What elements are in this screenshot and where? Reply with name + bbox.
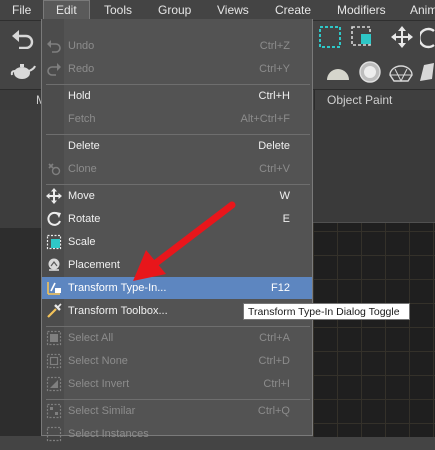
menu-item-undo[interactable]: Undo Ctrl+Z xyxy=(42,35,312,57)
menu-item-shortcut: Ctrl+V xyxy=(259,163,290,175)
menu-item-shortcut: Ctrl+Y xyxy=(259,63,290,75)
shape-icon[interactable] xyxy=(418,61,435,86)
select-region-icon[interactable] xyxy=(318,25,342,52)
menu-item-select-similar[interactable]: Select Similar Ctrl+Q xyxy=(42,400,312,422)
menu-item-label: Move xyxy=(68,190,95,202)
scale-icon xyxy=(46,234,62,250)
menu-bar: File Edit Tools Group Views Create Modif… xyxy=(0,0,435,21)
menu-item-label: Hold xyxy=(68,90,91,102)
geosphere-icon[interactable] xyxy=(388,61,414,86)
menu-item-shortcut: Ctrl+Z xyxy=(259,40,290,52)
menu-item-shortcut: Delete xyxy=(258,140,290,152)
menu-edit[interactable]: Edit xyxy=(43,0,90,20)
redo-icon xyxy=(46,61,62,77)
window-crossing-icon[interactable] xyxy=(350,25,376,52)
menu-item-hold[interactable]: Hold Ctrl+H xyxy=(42,85,312,107)
select-instances-icon xyxy=(46,426,62,442)
menu-item-shortcut: Ctrl+A xyxy=(259,332,290,344)
menu-modifiers[interactable]: Modifiers xyxy=(337,0,386,20)
menu-item-shortcut: Ctrl+I xyxy=(263,378,290,390)
rotate-icon xyxy=(46,211,62,227)
menu-item-shortcut: Ctrl+D xyxy=(258,355,290,367)
menu-item-label: Redo xyxy=(68,63,95,75)
menu-item-select-invert[interactable]: Select Invert Ctrl+I xyxy=(42,373,312,395)
tooltip: Transform Type-In Dialog Toggle xyxy=(243,303,410,320)
select-none-icon xyxy=(46,353,62,369)
menu-item-delete[interactable]: Delete Delete xyxy=(42,135,312,157)
menu-file[interactable]: File xyxy=(12,0,31,20)
menu-item-rotate[interactable]: Rotate E xyxy=(42,208,312,230)
tab-object-paint[interactable]: Object Paint xyxy=(314,90,435,110)
menu-item-label: Select Invert xyxy=(68,378,130,390)
menu-item-label: Select Similar xyxy=(68,405,136,417)
undo-icon xyxy=(46,38,62,54)
menu-item-label: Select None xyxy=(68,355,128,367)
menu-item-shortcut: E xyxy=(282,213,290,225)
placement-icon xyxy=(46,257,62,273)
menu-item-label: Clone xyxy=(68,163,97,175)
select-and-rotate-icon[interactable] xyxy=(418,27,435,52)
menu-animation[interactable]: Anim xyxy=(410,0,435,20)
sphere-icon[interactable] xyxy=(358,60,382,87)
clone-icon xyxy=(46,161,62,177)
select-similar-icon xyxy=(46,403,62,419)
menu-item-label: Transform Toolbox... xyxy=(68,305,168,317)
menu-item-shortcut: Ctrl+H xyxy=(258,90,290,102)
menu-item-label: Fetch xyxy=(68,113,96,125)
menu-item-transform-type-in[interactable]: Transform Type-In... F12 xyxy=(42,277,312,299)
menu-create[interactable]: Create xyxy=(275,0,311,20)
menu-item-redo[interactable]: Redo Ctrl+Y xyxy=(42,58,312,80)
menu-item-select-instances[interactable]: Select Instances xyxy=(42,423,312,445)
undo-icon[interactable] xyxy=(10,27,36,52)
menu-item-label: Placement xyxy=(68,259,120,271)
menu-item-shortcut: Alt+Ctrl+F xyxy=(240,113,290,125)
edit-menu-dropdown: Undo Ctrl+Z Redo Ctrl+Y Hold Ctrl+H Fetc… xyxy=(41,19,313,442)
move-icon xyxy=(46,188,62,204)
menu-item-label: Delete xyxy=(68,140,100,152)
menu-item-move[interactable]: Move W xyxy=(42,185,312,207)
viewport-grid[interactable] xyxy=(313,222,435,437)
left-panel-header xyxy=(0,110,41,228)
transform-toolbox-icon xyxy=(46,303,62,319)
select-and-move-icon[interactable] xyxy=(390,25,414,52)
transform-type-in-icon xyxy=(46,280,62,296)
menu-item-label: Rotate xyxy=(68,213,101,225)
panel-area xyxy=(313,110,435,222)
menu-item-clone[interactable]: Clone Ctrl+V xyxy=(42,158,312,180)
menu-item-label: Undo xyxy=(68,40,95,52)
select-invert-icon xyxy=(46,376,62,392)
menu-item-placement[interactable]: Placement xyxy=(42,254,312,276)
teapot-icon[interactable] xyxy=(10,61,36,84)
hemisphere-icon[interactable] xyxy=(325,62,351,85)
menu-tools[interactable]: Tools xyxy=(104,0,132,20)
menu-item-label: Select All xyxy=(68,332,114,344)
menu-group[interactable]: Group xyxy=(158,0,191,20)
menu-item-label: Transform Type-In... xyxy=(68,282,167,294)
menu-item-label: Scale xyxy=(68,236,96,248)
menu-item-scale[interactable]: Scale xyxy=(42,231,312,253)
menu-item-shortcut: F12 xyxy=(271,282,290,294)
select-all-icon xyxy=(46,330,62,346)
menu-item-fetch[interactable]: Fetch Alt+Ctrl+F xyxy=(42,108,312,130)
menu-item-select-none[interactable]: Select None Ctrl+D xyxy=(42,350,312,372)
menu-views[interactable]: Views xyxy=(217,0,249,20)
menu-item-shortcut: Ctrl+Q xyxy=(257,405,290,417)
menu-item-label: Select Instances xyxy=(68,428,149,440)
menu-item-shortcut: W xyxy=(279,190,290,202)
menu-item-select-all[interactable]: Select All Ctrl+A xyxy=(42,327,312,349)
